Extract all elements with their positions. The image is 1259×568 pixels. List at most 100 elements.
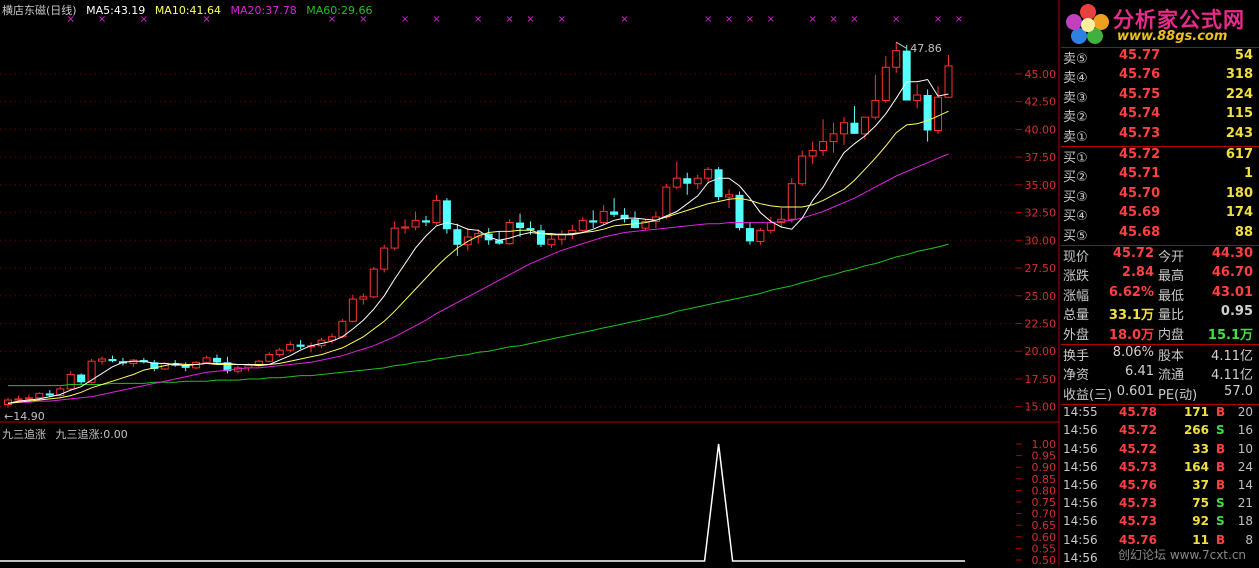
trade-volume: 164: [1183, 459, 1209, 474]
finance-value: 4.11亿: [1211, 368, 1253, 384]
bid-price: 45.68: [1119, 224, 1161, 240]
trade-price: 45.78: [1119, 405, 1157, 420]
candle-body: [902, 50, 911, 101]
ask-row: 卖③ 45.75 224: [1061, 87, 1259, 106]
trade-side: B: [1216, 405, 1226, 420]
candle-body: [24, 397, 33, 400]
flower-logo-icon: [1066, 4, 1109, 44]
high-label: 47.86: [910, 42, 942, 55]
candle-body: [892, 50, 901, 68]
price-tick-label: 22.50: [1025, 317, 1057, 330]
trade-volume: 92: [1192, 514, 1209, 529]
trade-side: B: [1216, 441, 1226, 456]
finance-label: PE(动): [1158, 387, 1198, 403]
candle-body: [714, 169, 723, 198]
bid-row: 买③ 45.70 180: [1061, 186, 1259, 205]
candle-body: [860, 116, 869, 135]
bid-label: 买②: [1063, 170, 1088, 186]
trade-time: 14:56: [1063, 496, 1098, 511]
trade-row: 14:56 45.73 164 B 24: [1061, 460, 1259, 477]
candle-body: [66, 374, 75, 390]
candle-body: [380, 247, 389, 270]
trade-price: 45.76: [1119, 532, 1157, 547]
finance-label: 流通: [1158, 368, 1185, 384]
stat-label: 涨幅: [1063, 288, 1090, 304]
price-tick-label: 40.00: [1025, 123, 1057, 136]
candle-body: [923, 94, 932, 131]
trade-count: 21: [1237, 496, 1253, 511]
signal-marker: ×: [558, 14, 566, 25]
price-tick-label: 20.00: [1025, 345, 1057, 358]
signal-marker: ×: [526, 14, 534, 25]
trade-side: B: [1216, 459, 1226, 474]
trade-price: 45.73: [1119, 496, 1157, 511]
bid-row: 买① 45.72 617: [1061, 147, 1259, 166]
site-logo: 分析家公式网 www.88gs.com: [1061, 0, 1259, 46]
stat-label: 涨跌: [1063, 269, 1090, 285]
candle-body: [213, 357, 221, 363]
candle-body: [422, 220, 430, 223]
bid-price: 45.71: [1119, 166, 1161, 182]
ask-row: 卖② 45.74 115: [1061, 106, 1259, 125]
kline-chart[interactable]: 45.00 42.50 40.00 37.50 35.00 32.50 30.00 27.50…: [0, 0, 1060, 566]
trade-price: 45.76: [1119, 478, 1157, 492]
finance-label: 净资: [1063, 368, 1090, 384]
ask-price: 45.77: [1119, 48, 1161, 63]
trade-price: 45.73: [1119, 459, 1157, 474]
candle-body: [348, 298, 357, 322]
finance-value: 0.601: [1116, 383, 1154, 399]
candle-body: [495, 240, 504, 244]
trade-time: 14:56: [1063, 441, 1098, 456]
ask-volume: 54: [1234, 48, 1253, 63]
finance-row: 换手 8.06% 股本 4.11亿: [1061, 345, 1259, 364]
trade-volume: 171: [1183, 405, 1209, 420]
ask-label: 卖④: [1063, 71, 1088, 87]
candle-body: [505, 222, 514, 245]
signal-marker: ×: [401, 14, 409, 25]
stat-value: 44.30: [1211, 246, 1253, 261]
signal-marker: ×: [359, 14, 367, 25]
candle-body: [819, 141, 828, 151]
candle-body: [359, 296, 368, 300]
trade-count: 24: [1237, 459, 1253, 474]
candle-body: [401, 226, 410, 229]
signal-marker: ×: [328, 14, 336, 25]
bid-label: 买①: [1063, 151, 1088, 166]
candle-body: [704, 168, 713, 179]
price-tick-label: 25.00: [1025, 290, 1057, 303]
candle-body: [4, 399, 12, 405]
price-tick-label: 42.50: [1025, 96, 1057, 109]
candle-body: [202, 357, 211, 363]
price-tick-label: 35.00: [1025, 179, 1057, 192]
ask-volume: 318: [1225, 67, 1253, 83]
candle-body: [45, 393, 54, 396]
stat-value: 2.84: [1121, 265, 1154, 281]
candle-body: [516, 222, 525, 229]
ask-label: 卖⑤: [1063, 52, 1088, 67]
price-tick-label: 15.00: [1025, 401, 1057, 414]
bid-price: 45.70: [1119, 185, 1161, 201]
signal-marker: ×: [704, 14, 712, 25]
candle-body: [411, 219, 420, 228]
ask-label: 卖①: [1063, 129, 1088, 145]
trade-count: 8: [1245, 532, 1253, 547]
signal-marker: ×: [67, 14, 75, 25]
candle-body: [871, 100, 880, 118]
trade-volume: 37: [1192, 478, 1209, 492]
finance-row: 净资 6.41 流通 4.11亿: [1061, 364, 1259, 383]
price-tick-label: 17.50: [1025, 373, 1057, 386]
bid-volume: 180: [1225, 185, 1253, 201]
trade-time: 14:55: [1063, 405, 1098, 420]
stat-row: 涨幅 6.62% 最低 43.01: [1061, 285, 1259, 304]
finance-label: 换手: [1063, 349, 1090, 364]
indicator-tick-label: 0.50: [1032, 554, 1057, 566]
candle-body: [787, 183, 796, 220]
stat-value: 46.70: [1211, 265, 1253, 281]
signal-marker: ×: [620, 14, 628, 25]
stat-label: 最高: [1158, 269, 1185, 285]
ask-label: 卖②: [1063, 110, 1088, 126]
trade-side: S: [1216, 514, 1225, 529]
trade-volume: 75: [1192, 496, 1209, 511]
signal-marker: ×: [505, 14, 513, 25]
price-tick-label: 32.50: [1025, 207, 1057, 220]
